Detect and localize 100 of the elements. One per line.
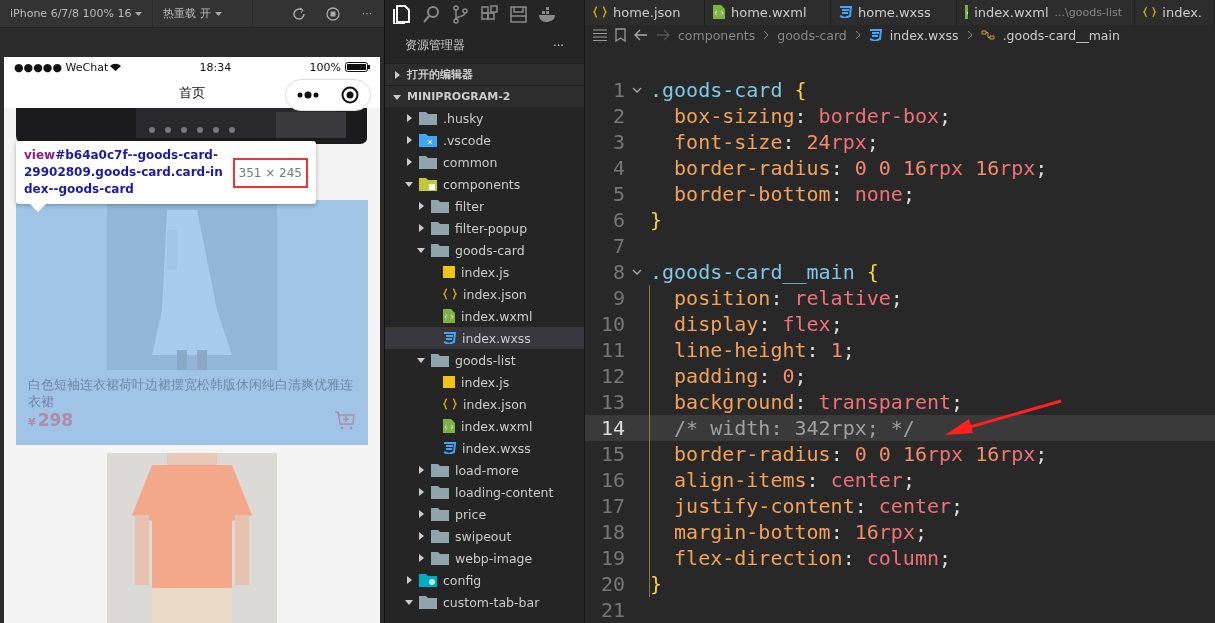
line-number: 18 <box>599 520 625 544</box>
line-number: 7 <box>611 234 625 258</box>
branch-icon[interactable] <box>451 4 470 24</box>
folder-item[interactable]: config <box>385 569 584 591</box>
chevron-right-icon <box>966 30 973 41</box>
editor-tab[interactable]: index.wxml ...\goods-list <box>957 0 1135 25</box>
folder-item[interactable]: .vscode <box>385 129 584 151</box>
file-item[interactable]: index.wxss <box>385 327 584 349</box>
line-number: 14 <box>599 416 625 440</box>
folder-icon <box>431 463 449 477</box>
code-line: .goods-card { <box>649 77 807 103</box>
js-file-icon <box>443 376 455 388</box>
refresh-icon[interactable] <box>292 6 306 21</box>
folder-item[interactable]: webp-image <box>385 547 584 569</box>
line-number: 12 <box>599 364 625 388</box>
chevron-right-icon <box>763 30 770 41</box>
files-icon[interactable] <box>393 4 412 24</box>
line-number: 4 <box>611 156 625 180</box>
css-file-icon <box>443 442 456 454</box>
back-arrow-icon[interactable] <box>634 29 648 42</box>
folder-icon <box>431 199 449 213</box>
line-number: 11 <box>599 338 625 362</box>
chevron-down-icon <box>405 180 413 188</box>
braces-icon <box>443 398 457 410</box>
code-line: .goods-card__main { <box>649 259 879 285</box>
folder-icon <box>431 485 449 499</box>
symbol-icon <box>980 29 995 42</box>
css-file-icon <box>839 6 852 19</box>
folder-icon <box>419 595 437 609</box>
line-number: 2 <box>611 104 625 128</box>
folder-item[interactable]: custom-tab-bar <box>385 591 584 613</box>
line-number: 20 <box>599 572 625 596</box>
folder-item[interactable]: goods-list <box>385 349 584 371</box>
line-number: 6 <box>611 208 625 232</box>
search-icon[interactable] <box>422 4 441 24</box>
braces-icon <box>1143 6 1157 19</box>
fold-chevron-icon[interactable] <box>632 268 642 276</box>
code-line: display: flex; <box>649 311 843 337</box>
folder-item[interactable]: swipeout <box>385 525 584 547</box>
folder-icon <box>419 573 437 587</box>
css-file-icon <box>443 332 456 344</box>
file-item[interactable]: index.js <box>385 261 584 283</box>
code-line: line-height: 1; <box>649 337 855 363</box>
caret-icon <box>215 11 222 16</box>
save-icon[interactable] <box>509 4 528 24</box>
editor-tab[interactable]: home.wxml <box>705 0 831 25</box>
css-file-icon <box>868 29 882 42</box>
carrier-label: ●●●●● WeChat <box>14 60 122 74</box>
code-line: } <box>649 571 663 597</box>
whale-icon[interactable] <box>538 4 557 24</box>
editor-tab[interactable]: home.wxss <box>831 0 957 25</box>
breadcrumb-item[interactable]: index.wxss <box>889 27 959 43</box>
more-button[interactable]: ··· <box>553 38 564 53</box>
folder-item[interactable]: components <box>385 173 584 195</box>
code-line: box-sizing: border-box; <box>673 103 952 129</box>
folder-item[interactable]: goods-card <box>385 239 584 261</box>
clock-label: 18:34 <box>199 60 232 74</box>
more-dots-icon[interactable] <box>297 91 319 100</box>
capsule-button[interactable] <box>285 79 371 112</box>
file-item[interactable]: index.wxml <box>385 305 584 327</box>
line-number: 8 <box>611 260 625 284</box>
breadcrumb-item[interactable]: goods-card <box>777 27 847 43</box>
close-target-icon[interactable] <box>341 86 359 105</box>
bookmark-icon[interactable] <box>615 28 626 43</box>
list-icon[interactable] <box>593 29 607 42</box>
breadcrumb-item[interactable]: .goods-card__main <box>1002 27 1120 43</box>
line-number: 13 <box>599 390 625 414</box>
chevron-right-icon <box>417 224 425 232</box>
hot-reload-dropdown[interactable]: 热重载 开 <box>153 0 254 27</box>
folder-item[interactable]: price <box>385 503 584 525</box>
device-dropdown[interactable]: iPhone 6/7/8 100% 16 <box>0 0 154 27</box>
file-item[interactable]: index.js <box>385 371 584 393</box>
editor-tab[interactable]: index. <box>1135 0 1215 25</box>
folder-item[interactable]: .husky <box>385 107 584 129</box>
code-line: } <box>649 207 663 233</box>
file-item[interactable]: index.wxml <box>385 415 584 437</box>
breadcrumb-item[interactable]: components <box>678 27 756 43</box>
line-number: 5 <box>611 182 625 206</box>
stop-icon[interactable] <box>326 6 340 21</box>
folder-item[interactable]: load-more <box>385 459 584 481</box>
file-item[interactable]: index.json <box>385 393 584 415</box>
editor-tab[interactable]: home.json <box>585 0 705 25</box>
line-number: 10 <box>599 312 625 336</box>
folder-item[interactable]: filter <box>385 195 584 217</box>
code-file-icon <box>713 5 725 20</box>
folder-item[interactable]: common <box>385 151 584 173</box>
more-button[interactable]: ··· <box>350 0 384 28</box>
element-selector: view#b64a0c7f--goods-card-29902809.goods-card.card-index--goods-card <box>24 147 224 198</box>
code-line: padding: 0; <box>649 363 807 389</box>
folder-item[interactable]: filter-popup <box>385 217 584 239</box>
code-line: justify-content: center; <box>649 493 964 519</box>
explorer-title: 资源管理器 <box>405 38 465 53</box>
braces-icon <box>593 6 607 19</box>
file-item[interactable]: index.wxss <box>385 437 584 459</box>
line-number: 17 <box>599 494 625 518</box>
fold-chevron-icon[interactable] <box>632 86 642 94</box>
folder-item[interactable]: loading-content <box>385 481 584 503</box>
section-header[interactable]: 打开的编辑器 <box>385 63 584 85</box>
section-header[interactable]: MINIPROGRAM-2 <box>385 85 584 107</box>
file-item[interactable]: index.json <box>385 283 584 305</box>
